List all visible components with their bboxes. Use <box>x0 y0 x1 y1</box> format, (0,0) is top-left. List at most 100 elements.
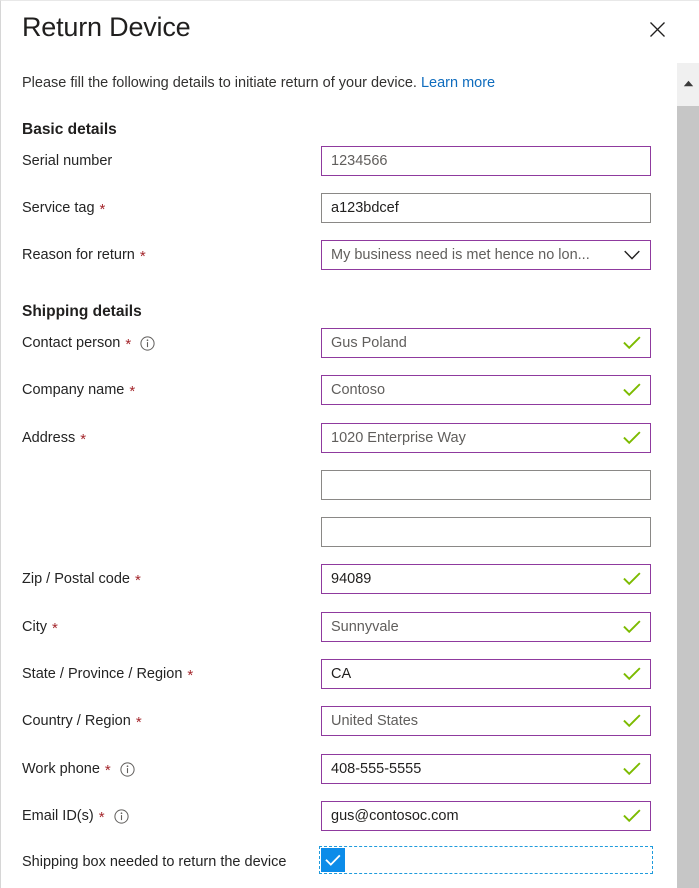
input-work-phone[interactable]: 408-555-5555 <box>321 754 651 784</box>
input-service-tag[interactable]: a123bdcef <box>321 193 651 223</box>
chevron-down-icon[interactable] <box>624 250 650 261</box>
checkbox-label-shipping-box[interactable]: Shipping box needed to return the device <box>22 846 286 878</box>
info-icon[interactable] <box>140 335 155 351</box>
field-label-country-region: Country / Region * <box>22 706 142 736</box>
form-row-address-line <box>1 517 677 547</box>
field-label-work-phone: Work phone * <box>22 754 135 784</box>
required-asterisk: * <box>98 808 105 826</box>
section-heading-basic: Basic details <box>22 121 117 138</box>
field-label-zip-postal-code: Zip / Postal code * <box>22 564 141 594</box>
input-state-province-region[interactable]: CA <box>321 659 651 689</box>
field-value: a123bdcef <box>331 200 399 216</box>
valid-check-icon <box>623 620 650 634</box>
form-row-serial-number: Serial number 1234566 <box>1 146 677 176</box>
form-row-zip-postal-code: Zip / Postal code * 94089 <box>1 564 677 594</box>
input-company-name[interactable]: Contoso <box>321 375 651 405</box>
form-row-country-region: Country / Region * United States <box>1 706 677 736</box>
checkbox-focus-ring <box>319 846 653 874</box>
field-label-address: Address * <box>22 423 86 453</box>
valid-check-icon <box>623 383 650 397</box>
label-text: Company name <box>22 382 125 398</box>
required-asterisk: * <box>51 619 58 637</box>
required-asterisk: * <box>187 666 194 684</box>
valid-check-icon <box>623 667 650 681</box>
input-zip-postal-code[interactable]: 94089 <box>321 564 651 594</box>
required-asterisk: * <box>104 761 111 779</box>
input-country-region[interactable]: United States <box>321 706 651 736</box>
form-row-shipping-box: Shipping box needed to return the device <box>1 846 677 878</box>
field-label-email-id-s: Email ID(s) * <box>22 801 129 831</box>
form-row-email-id-s: Email ID(s) * gus@contosoc.com <box>1 801 677 831</box>
required-asterisk: * <box>129 382 136 400</box>
field-value: Gus Poland <box>331 335 407 351</box>
required-asterisk: * <box>80 430 87 448</box>
valid-check-icon <box>623 714 650 728</box>
required-asterisk: * <box>139 247 146 265</box>
valid-check-icon <box>623 762 650 776</box>
label-text: Email ID(s) <box>22 808 94 824</box>
field-value: gus@contosoc.com <box>331 808 459 824</box>
form-row-contact-person: Contact person * Gus Poland <box>1 328 677 358</box>
form-row-address-line <box>1 470 677 500</box>
label-text: Address <box>22 430 76 446</box>
label-text: City <box>22 619 47 635</box>
valid-check-icon <box>623 431 650 445</box>
info-icon[interactable] <box>113 808 129 824</box>
dialog-header: Return Device <box>1 1 677 63</box>
field-label-service-tag: Service tag * <box>22 193 105 223</box>
field-label-state-province-region: State / Province / Region * <box>22 659 193 689</box>
learn-more-link[interactable]: Learn more <box>421 75 495 91</box>
form-row-city: City * Sunnyvale <box>1 612 677 642</box>
scrollbar[interactable] <box>676 63 699 888</box>
close-button[interactable] <box>637 11 677 47</box>
checkbox-shipping-box[interactable] <box>321 848 345 872</box>
section-heading-shipping: Shipping details <box>22 303 142 320</box>
input-address-line[interactable] <box>321 470 651 500</box>
form-row-reason-for-return: Reason for return * My business need is me… <box>1 240 677 270</box>
field-value: My business need is met hence no lon... <box>331 247 590 263</box>
field-label-city: City * <box>22 612 58 642</box>
return-device-dialog: Return Device Please fill the following … <box>0 0 699 888</box>
info-icon[interactable] <box>120 761 135 777</box>
field-label-company-name: Company name * <box>22 375 135 405</box>
field-label-serial-number: Serial number <box>22 146 112 176</box>
input-city[interactable]: Sunnyvale <box>321 612 651 642</box>
intro-sentence: Please fill the following details to ini… <box>22 75 417 91</box>
close-icon <box>649 21 666 38</box>
form-row-company-name: Company name * Contoso <box>1 375 677 405</box>
label-text: Zip / Postal code <box>22 571 130 587</box>
scroll-up-button[interactable] <box>677 63 699 103</box>
label-text: Shipping box needed to return the device <box>22 854 287 870</box>
label-text: Reason for return <box>22 247 135 263</box>
valid-check-icon <box>623 572 650 586</box>
label-text: Service tag <box>22 200 95 216</box>
required-asterisk: * <box>99 200 106 218</box>
scrollbar-thumb[interactable] <box>677 106 699 888</box>
valid-check-icon <box>623 809 650 823</box>
page-title: Return Device <box>22 12 191 42</box>
field-value: 1020 Enterprise Way <box>331 430 466 446</box>
input-contact-person[interactable]: Gus Poland <box>321 328 651 358</box>
intro-text: Please fill the following details to ini… <box>22 75 495 91</box>
triangle-up-icon <box>683 80 694 87</box>
field-value: 94089 <box>331 571 372 587</box>
valid-check-icon <box>623 336 650 350</box>
label-text: State / Province / Region <box>22 666 183 682</box>
input-serial-number[interactable]: 1234566 <box>321 146 651 176</box>
input-address-line[interactable] <box>321 517 651 547</box>
input-address[interactable]: 1020 Enterprise Way <box>321 423 651 453</box>
form-row-service-tag: Service tag * a123bdcef <box>1 193 677 223</box>
checkmark-icon <box>325 854 341 867</box>
required-asterisk: * <box>135 713 142 731</box>
required-asterisk: * <box>125 335 132 353</box>
field-label-contact-person: Contact person * <box>22 328 155 358</box>
form-row-state-province-region: State / Province / Region * CA <box>1 659 677 689</box>
dropdown-reason-for-return[interactable]: My business need is met hence no lon... <box>321 240 651 270</box>
required-asterisk: * <box>135 571 141 589</box>
label-text: Work phone <box>22 761 100 777</box>
field-label-reason-for-return: Reason for return * <box>22 240 146 270</box>
form-row-work-phone: Work phone * 408-555-5555 <box>1 754 677 784</box>
input-email-id-s[interactable]: gus@contosoc.com <box>321 801 651 831</box>
field-value: Contoso <box>331 382 386 398</box>
field-value: 408-555-5555 <box>331 761 422 777</box>
